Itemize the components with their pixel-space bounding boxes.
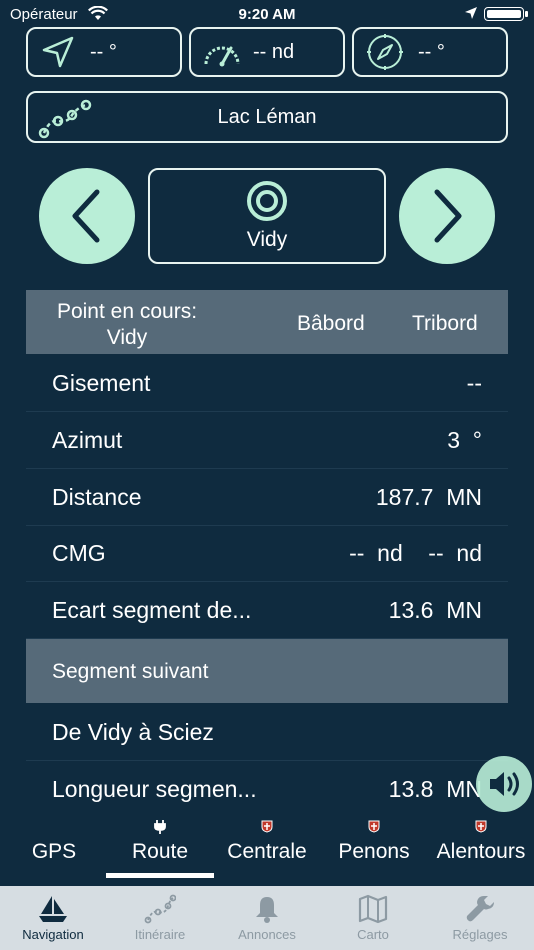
tabbar-carto[interactable]: Carto [320,894,426,942]
tabbar-reglages[interactable]: Réglages [427,894,533,942]
tabbar-navigation[interactable]: Navigation [0,894,106,942]
row-value: 13.6 MN [388,597,482,623]
tab-label: Alentours [436,840,526,863]
clock-label: 9:20 AM [238,6,296,23]
table-row-azimut: Azimut 3 ° [26,412,508,469]
tab-centrale[interactable]: Centrale [222,820,312,864]
table-row-gisement: Gisement -- [26,355,508,412]
bottom-tab-bar: Navigation Itinéraire Annonces Carto Rég… [0,886,534,950]
compass-box[interactable]: -- ° [352,27,508,77]
compass-value: -- ° [418,40,445,63]
bell-icon [256,897,278,923]
tab-label: Route [131,840,189,863]
tabbar-label: Carto [357,927,389,942]
route-icon [144,894,177,924]
navigation-arrow-icon [42,36,74,68]
current-point-header: Point en cours: Vidy [52,299,202,351]
table-row-ecart: Ecart segment de... 13.6 MN [26,582,508,639]
tab-penons[interactable]: Penons [334,820,414,864]
tabbar-annonces[interactable]: Annonces [214,894,320,942]
current-point-name: Vidy [106,326,148,349]
current-waypoint-box[interactable]: Vidy [148,168,386,264]
next-segment-title: Segment suivant [52,660,209,683]
table-row-segment-length: Longueur segmen... 13.8 MN [26,761,508,817]
table-row-segment: De Vidy à Sciez [26,704,508,761]
tab-route[interactable]: Route [106,820,214,878]
table-row-distance: Distance 187.7 MN [26,469,508,526]
port-header: Bâbord [297,312,365,335]
tab-label: GPS [31,840,77,863]
row-label: Azimut [52,427,123,453]
row-label: Gisement [52,370,151,396]
tab-alentours[interactable]: Alentours [432,820,530,864]
tabbar-label: Itinéraire [134,927,186,942]
row-value: -- [466,370,482,396]
target-icon [247,181,287,221]
current-point-label: Point en cours: [56,300,198,323]
row-value: 187.7 MN [375,484,482,510]
heading-value: -- ° [90,40,117,63]
route-icon [38,99,92,139]
shield-flag-icon [261,820,273,833]
starboard-header: Tribord [412,312,478,335]
next-waypoint-button[interactable] [399,168,495,264]
tab-label: Penons [338,840,410,863]
waypoint-name: Vidy [246,228,288,251]
tabbar-label: Réglages [452,927,508,942]
map-icon [358,894,388,924]
row-label: CMG [52,540,106,566]
row-value: -- nd -- nd [349,540,482,566]
location-arrow-icon [465,7,477,19]
table-header: Point en cours: Vidy Bâbord Tribord [26,290,508,354]
row-label: Distance [52,484,142,510]
heading-box[interactable]: -- ° [26,27,182,77]
chevron-right-icon [434,189,462,243]
shield-flag-icon [475,820,487,833]
plug-icon [154,820,166,834]
route-selector[interactable]: Lac Léman [26,91,508,143]
tabbar-label: Navigation [22,927,84,942]
tabbar-itineraire[interactable]: Itinéraire [107,894,213,942]
chevron-left-icon [72,189,100,243]
tab-gps[interactable]: GPS [10,840,98,864]
row-value: 13.8 MN [388,776,482,802]
speed-value: -- nd [253,40,295,63]
tabbar-label: Annonces [238,927,296,942]
speaker-icon [490,772,519,796]
sub-tabs: GPS Route Centrale Penons Alentours [0,820,534,880]
status-bar: Opérateur 9:20 AM [0,0,534,28]
battery-icon [484,7,528,21]
route-name: Lac Léman [217,105,317,128]
speedometer-icon [204,46,240,67]
next-segment-header: Segment suivant [26,639,508,703]
previous-waypoint-button[interactable] [39,168,135,264]
row-label: Longueur segmen... [52,776,257,802]
table-row-cmg: CMG -- nd -- nd [26,525,508,582]
sailboat-icon [39,896,67,922]
row-value: 3 ° [447,427,482,453]
tab-label: Centrale [227,840,307,863]
active-tab-indicator [106,873,214,878]
row-label: Ecart segment de... [52,597,252,623]
speaker-button[interactable] [476,756,532,812]
wrench-icon [466,896,494,922]
shield-flag-icon [368,820,380,833]
row-label: De Vidy à Sciez [52,719,214,745]
compass-icon [367,34,403,70]
speed-box[interactable]: -- nd [189,27,345,77]
